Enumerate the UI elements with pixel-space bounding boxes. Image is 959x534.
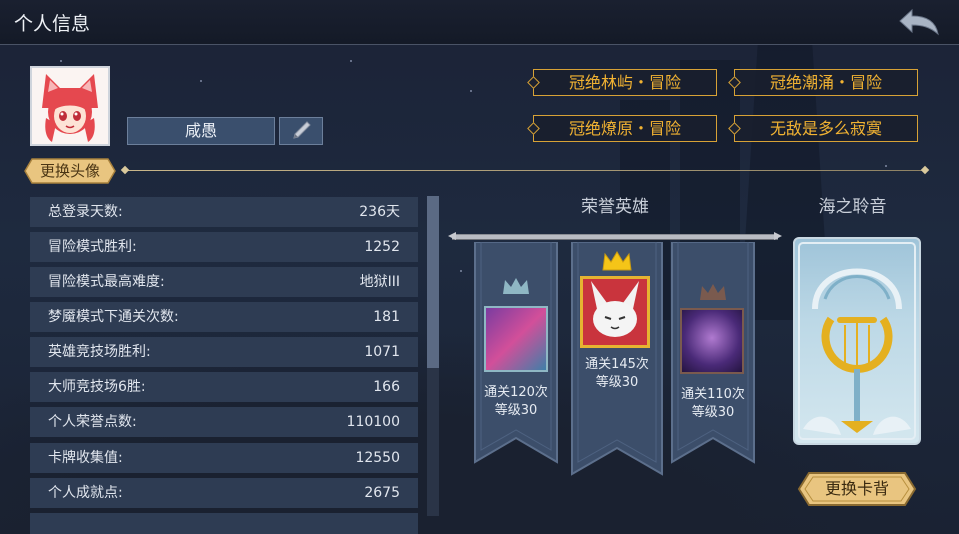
player-name: 咸愚	[127, 117, 275, 145]
hero-clears: 通关145次	[585, 357, 649, 372]
hero-level: 等级30	[595, 375, 639, 390]
fox-girl-portrait-icon	[42, 74, 98, 142]
stat-row: 个人成就点: 2675	[30, 478, 418, 508]
stat-row: 冒险模式胜利: 1252	[30, 232, 418, 262]
title-tag-label: 冠绝燎原・冒险	[568, 119, 681, 138]
honor-heroes-title: 荣誉英雄	[581, 197, 649, 217]
star	[470, 90, 472, 92]
stat-value: 181	[373, 309, 400, 325]
pencil-icon	[293, 121, 311, 139]
stat-value: 166	[373, 379, 400, 395]
stat-row: 卡牌收集值: 12550	[30, 443, 418, 473]
change-cardback-label: 更换卡背	[824, 479, 889, 498]
stat-label: 大师竞技场6胜:	[48, 379, 146, 395]
stat-value: 236天	[359, 204, 400, 220]
divider-end-icon	[920, 165, 930, 175]
stat-row: 大师竞技场6胜: 166	[30, 372, 418, 402]
cardback-preview[interactable]	[793, 237, 921, 445]
stat-label: 总登录天数:	[48, 204, 123, 220]
stat-label: 梦魇模式下通关次数:	[48, 309, 179, 325]
back-button[interactable]	[898, 6, 942, 38]
stat-value: 12550	[355, 450, 400, 466]
avatar[interactable]	[30, 66, 110, 146]
hero-banner[interactable]: 通关110次 等级30	[670, 242, 756, 466]
divider	[124, 170, 928, 171]
title-tag-label: 无敌是多么寂寞	[769, 119, 882, 138]
stat-row: 总登录天数: 236天	[30, 197, 418, 227]
stat-label: 个人荣誉点数:	[48, 414, 137, 430]
hero-portrait	[680, 308, 744, 374]
silver-crown-icon	[503, 278, 529, 294]
stat-row: 梦魇模式下通关次数: 181	[30, 302, 418, 332]
change-avatar-label: 更换头像	[39, 162, 100, 180]
stat-value: 1071	[364, 344, 400, 360]
stat-value: 110100	[346, 414, 400, 430]
hero-portrait	[484, 306, 548, 372]
stat-value: 1252	[364, 239, 400, 255]
cardback-title: 海之聆音	[818, 197, 887, 217]
hero-banner[interactable]: 通关145次 等级30	[570, 242, 664, 478]
title-tag-label: 冠绝潮涌・冒险	[769, 73, 882, 92]
rod-end-icon	[448, 232, 456, 240]
stat-value: 地狱III	[359, 274, 400, 290]
title-tag[interactable]: 冠绝潮涌・冒险	[734, 69, 918, 96]
stat-label: 冒险模式最高难度:	[48, 274, 165, 290]
title-tag[interactable]: 冠绝林屿・冒险	[533, 69, 717, 96]
stat-label: 冒险模式胜利:	[48, 239, 137, 255]
hero-clears: 通关120次	[484, 385, 548, 400]
stat-row	[30, 513, 418, 534]
stat-label: 个人成就点:	[48, 485, 123, 501]
gold-crown-icon	[602, 251, 632, 271]
hero-level: 等级30	[494, 403, 538, 418]
star	[885, 165, 887, 167]
bronze-crown-icon	[700, 284, 726, 300]
edit-name-button[interactable]	[279, 117, 323, 145]
scrollbar-thumb[interactable]	[427, 196, 439, 368]
change-avatar-button[interactable]: 更换头像	[24, 157, 116, 185]
star	[460, 270, 462, 272]
hero-portrait	[580, 276, 650, 348]
hero-banner[interactable]: 通关120次 等级30	[473, 242, 559, 466]
title-tag[interactable]: 无敌是多么寂寞	[734, 115, 918, 142]
stat-value: 2675	[364, 485, 400, 501]
stat-label: 卡牌收集值:	[48, 450, 123, 466]
hero-clears: 通关110次	[681, 387, 745, 402]
back-arrow-icon	[899, 8, 939, 36]
rabbit-hero-icon	[591, 281, 639, 337]
banner-rod	[452, 234, 778, 240]
lyre-icon	[798, 242, 916, 440]
stat-row: 个人荣誉点数: 110100	[30, 407, 418, 437]
hero-level: 等级30	[691, 405, 735, 420]
header-bar	[0, 0, 959, 45]
stat-label: 英雄竞技场胜利:	[48, 344, 151, 360]
star	[60, 60, 62, 62]
divider-end-icon	[120, 165, 130, 175]
title-tag[interactable]: 冠绝燎原・冒险	[533, 115, 717, 142]
stat-row: 英雄竞技场胜利: 1071	[30, 337, 418, 367]
rod-end-icon	[774, 232, 782, 240]
page-title: 个人信息	[14, 13, 91, 35]
star	[200, 80, 202, 82]
stat-row: 冒险模式最高难度: 地狱III	[30, 267, 418, 297]
title-tag-label: 冠绝林屿・冒险	[568, 73, 681, 92]
change-cardback-button[interactable]: 更换卡背	[797, 470, 917, 508]
star	[350, 60, 352, 62]
